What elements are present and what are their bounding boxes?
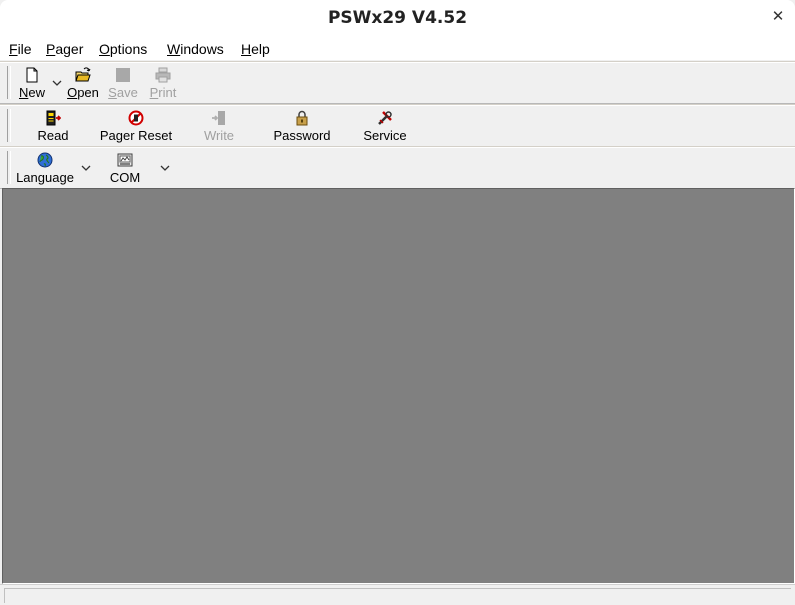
pager-toolbar: Read Pager Reset Write Password Service xyxy=(0,104,795,147)
save-disk-icon xyxy=(116,68,130,82)
pager-reset-button[interactable]: Pager Reset xyxy=(95,107,177,145)
globe-icon xyxy=(37,152,53,168)
toolbar-grip[interactable] xyxy=(7,109,11,142)
new-button[interactable]: New xyxy=(14,64,50,102)
menu-help[interactable]: Help xyxy=(241,41,270,57)
print-button[interactable]: Print xyxy=(145,64,181,102)
title-bar: PSWx29 V4.52 ✕ xyxy=(0,0,795,38)
new-document-icon xyxy=(26,67,38,83)
new-dropdown-chevron-down-icon[interactable] xyxy=(51,77,63,89)
toolbar-grip[interactable] xyxy=(7,66,11,99)
service-tools-icon xyxy=(378,111,392,125)
menu-pager[interactable]: Pager xyxy=(46,41,83,57)
open-button[interactable]: Open xyxy=(64,64,102,102)
menu-bar: File Pager Options Windows Help xyxy=(0,38,795,60)
read-pager-icon xyxy=(46,110,61,126)
reset-forbidden-icon xyxy=(128,110,144,126)
language-button[interactable]: Language xyxy=(12,149,78,187)
printer-icon xyxy=(155,67,171,83)
status-bar xyxy=(0,584,795,605)
write-button[interactable]: Write xyxy=(199,107,239,145)
toolbar-grip[interactable] xyxy=(7,151,11,184)
language-dropdown-chevron-down-icon[interactable] xyxy=(80,162,92,174)
com-port-icon xyxy=(117,153,133,167)
file-toolbar: New Open Save Print xyxy=(0,61,795,104)
com-dropdown-chevron-down-icon[interactable] xyxy=(159,162,171,174)
padlock-icon xyxy=(296,110,308,126)
read-button[interactable]: Read xyxy=(30,107,76,145)
write-pager-icon xyxy=(212,111,225,125)
menu-windows[interactable]: Windows xyxy=(167,41,224,57)
close-icon: ✕ xyxy=(771,8,785,25)
window-title: PSWx29 V4.52 xyxy=(327,8,468,28)
settings-toolbar: Language COM xyxy=(0,146,795,189)
open-folder-icon xyxy=(75,67,91,82)
menu-file[interactable]: File xyxy=(9,41,32,57)
com-button[interactable]: COM xyxy=(106,149,144,187)
mdi-workspace[interactable] xyxy=(2,188,795,584)
save-button[interactable]: Save xyxy=(104,64,142,102)
menu-options[interactable]: Options xyxy=(99,41,147,57)
service-button[interactable]: Service xyxy=(359,107,411,145)
password-button[interactable]: Password xyxy=(268,107,336,145)
status-text xyxy=(4,588,791,603)
close-button[interactable]: ✕ xyxy=(767,6,789,28)
